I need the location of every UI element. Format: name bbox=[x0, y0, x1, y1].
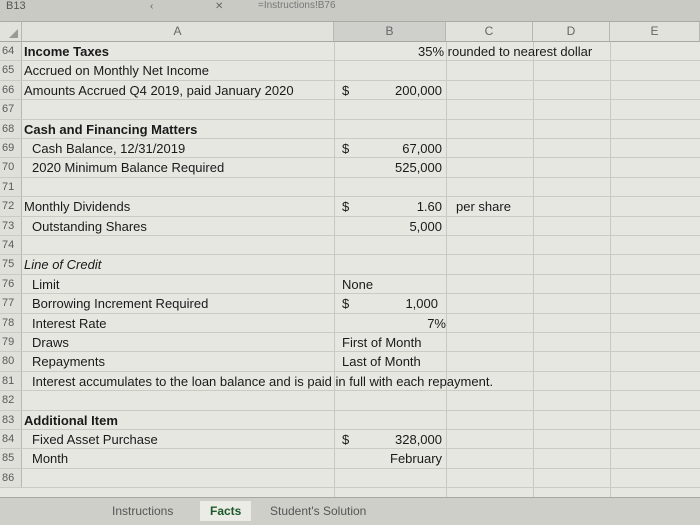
name-box[interactable]: B13 bbox=[2, 0, 42, 14]
table-row: 69 Cash Balance, 12/31/2019 $67,000 bbox=[0, 139, 700, 159]
row-number[interactable]: 68 bbox=[0, 119, 22, 138]
cell-b-value[interactable]: 525,000 bbox=[346, 158, 442, 176]
row-number[interactable]: 77 bbox=[0, 294, 22, 313]
cell-b-text[interactable]: Last of Month bbox=[342, 352, 421, 370]
cell-a[interactable]: Limit bbox=[32, 275, 59, 293]
row-number[interactable]: 85 bbox=[0, 449, 22, 468]
cell-c[interactable]: per share bbox=[456, 197, 511, 215]
cell-a[interactable]: Repayments bbox=[32, 352, 105, 370]
cell-a[interactable]: Draws bbox=[32, 333, 69, 351]
table-row: 75 Line of Credit bbox=[0, 255, 700, 275]
table-row: 76 Limit None bbox=[0, 274, 700, 295]
cell-a[interactable]: Line of Credit bbox=[24, 255, 101, 273]
cell-b-value[interactable]: 1,000 bbox=[376, 294, 438, 312]
cell-b-text[interactable]: First of Month bbox=[342, 333, 421, 351]
cell-a[interactable]: Cash and Financing Matters bbox=[24, 120, 197, 138]
row-number[interactable]: 79 bbox=[0, 333, 22, 352]
cell-a[interactable]: Cash Balance, 12/31/2019 bbox=[32, 139, 185, 157]
cell-a[interactable]: Borrowing Increment Required bbox=[32, 294, 208, 312]
cell-a[interactable]: Interest Rate bbox=[32, 314, 106, 332]
cell-c[interactable]: 35% rounded to nearest dollar bbox=[418, 42, 592, 60]
table-row: 70 2020 Minimum Balance Required 525,000 bbox=[0, 158, 700, 178]
select-all-corner[interactable] bbox=[0, 22, 22, 42]
cell-a[interactable]: Outstanding Shares bbox=[32, 217, 147, 235]
table-row: 81 Interest accumulates to the loan balan… bbox=[0, 371, 700, 392]
row-number[interactable]: 67 bbox=[0, 100, 22, 119]
table-row: 85 Month February bbox=[0, 449, 700, 469]
row-number[interactable]: 80 bbox=[0, 352, 22, 371]
cancel-icon[interactable]: ✕ bbox=[215, 1, 223, 12]
cell-b-value[interactable]: 1.60 bbox=[346, 197, 442, 215]
row-number[interactable]: 76 bbox=[0, 274, 22, 294]
chevron-left-icon[interactable]: ‹ bbox=[150, 1, 153, 12]
tab-facts[interactable]: Facts bbox=[200, 501, 252, 521]
cell-a[interactable]: 2020 Minimum Balance Required bbox=[32, 158, 224, 176]
cell-a[interactable]: Month bbox=[32, 449, 68, 467]
table-row: 64 Income Taxes 35% rounded to nearest dol… bbox=[0, 42, 700, 62]
cell-b-value[interactable]: 328,000 bbox=[346, 430, 442, 448]
tab-instructions[interactable]: Instructions bbox=[112, 504, 173, 518]
table-row: 80 Repayments Last of Month bbox=[0, 352, 700, 372]
cell-a[interactable]: Interest accumulates to the loan balance… bbox=[32, 372, 493, 390]
row-number[interactable]: 70 bbox=[0, 158, 22, 177]
table-row: 78 Interest Rate 7% bbox=[0, 313, 700, 333]
cell-a[interactable]: Monthly Dividends bbox=[24, 197, 130, 215]
row-number[interactable]: 82 bbox=[0, 391, 22, 410]
table-row: 84 Fixed Asset Purchase $328,000 bbox=[0, 430, 700, 450]
table-row: 86 bbox=[0, 468, 700, 489]
row-number[interactable]: 84 bbox=[0, 430, 22, 449]
table-row: 72 Monthly Dividends $1.60 per share bbox=[0, 197, 700, 217]
row-number[interactable]: 86 bbox=[0, 468, 22, 488]
row-number[interactable]: 78 bbox=[0, 313, 22, 332]
formula-input[interactable]: =Instructions!B76 bbox=[258, 0, 408, 11]
cell-a[interactable]: Accrued on Monthly Net Income bbox=[24, 61, 209, 79]
row-number[interactable]: 72 bbox=[0, 197, 22, 216]
column-header-a[interactable]: A bbox=[22, 22, 334, 42]
cell-b-value[interactable]: 7% bbox=[376, 314, 446, 332]
column-header-c[interactable]: C bbox=[446, 22, 533, 42]
table-row: 71 bbox=[0, 177, 700, 198]
table-row: 77 Borrowing Increment Required $1,000 bbox=[0, 294, 700, 314]
table-row: 82 bbox=[0, 391, 700, 411]
cell-a[interactable]: Amounts Accrued Q4 2019, paid January 20… bbox=[24, 81, 294, 99]
worksheet-grid[interactable]: 64 Income Taxes 35% rounded to nearest dol… bbox=[0, 42, 700, 497]
formula-bar: B13 ‹ ✕ =Instructions!B76 bbox=[0, 0, 700, 22]
table-row: 83 Additional Item bbox=[0, 410, 700, 430]
row-number[interactable]: 75 bbox=[0, 255, 22, 274]
cell-b-value[interactable]: 67,000 bbox=[346, 139, 442, 157]
cell-b-text[interactable]: None bbox=[342, 275, 373, 293]
row-number[interactable]: 64 bbox=[0, 42, 22, 61]
table-row: 65 Accrued on Monthly Net Income bbox=[0, 61, 700, 81]
tab-students-solution[interactable]: Student's Solution bbox=[270, 504, 366, 518]
row-number[interactable]: 65 bbox=[0, 61, 22, 80]
cell-a[interactable]: Income Taxes bbox=[24, 42, 109, 60]
row-number[interactable]: 66 bbox=[0, 80, 22, 100]
column-header-d[interactable]: D bbox=[533, 22, 610, 42]
table-row: 73 Outstanding Shares 5,000 bbox=[0, 216, 700, 236]
column-header-e[interactable]: E bbox=[610, 22, 700, 42]
cell-a[interactable]: Fixed Asset Purchase bbox=[32, 430, 158, 448]
cell-b-currency: $ bbox=[342, 296, 350, 312]
table-row: 68 Cash and Financing Matters bbox=[0, 119, 700, 139]
column-header-b[interactable]: B bbox=[334, 22, 446, 42]
table-row: 66 Amounts Accrued Q4 2019, paid January … bbox=[0, 80, 700, 101]
row-number[interactable]: 81 bbox=[0, 371, 22, 391]
sheet-tab-bar: Instructions Facts Student's Solution bbox=[0, 497, 700, 525]
row-number[interactable]: 83 bbox=[0, 410, 22, 429]
table-row: 67 bbox=[0, 100, 700, 120]
row-number[interactable]: 71 bbox=[0, 177, 22, 197]
cell-b-value[interactable]: February bbox=[390, 449, 442, 467]
row-number[interactable]: 69 bbox=[0, 139, 22, 158]
cell-b-value[interactable]: 200,000 bbox=[346, 81, 442, 99]
row-number[interactable]: 73 bbox=[0, 216, 22, 235]
row-number[interactable]: 74 bbox=[0, 236, 22, 255]
table-row: 74 bbox=[0, 236, 700, 256]
cell-b-value[interactable]: 5,000 bbox=[346, 217, 442, 235]
cell-a[interactable]: Additional Item bbox=[24, 411, 118, 429]
table-row: 79 Draws First of Month bbox=[0, 333, 700, 353]
